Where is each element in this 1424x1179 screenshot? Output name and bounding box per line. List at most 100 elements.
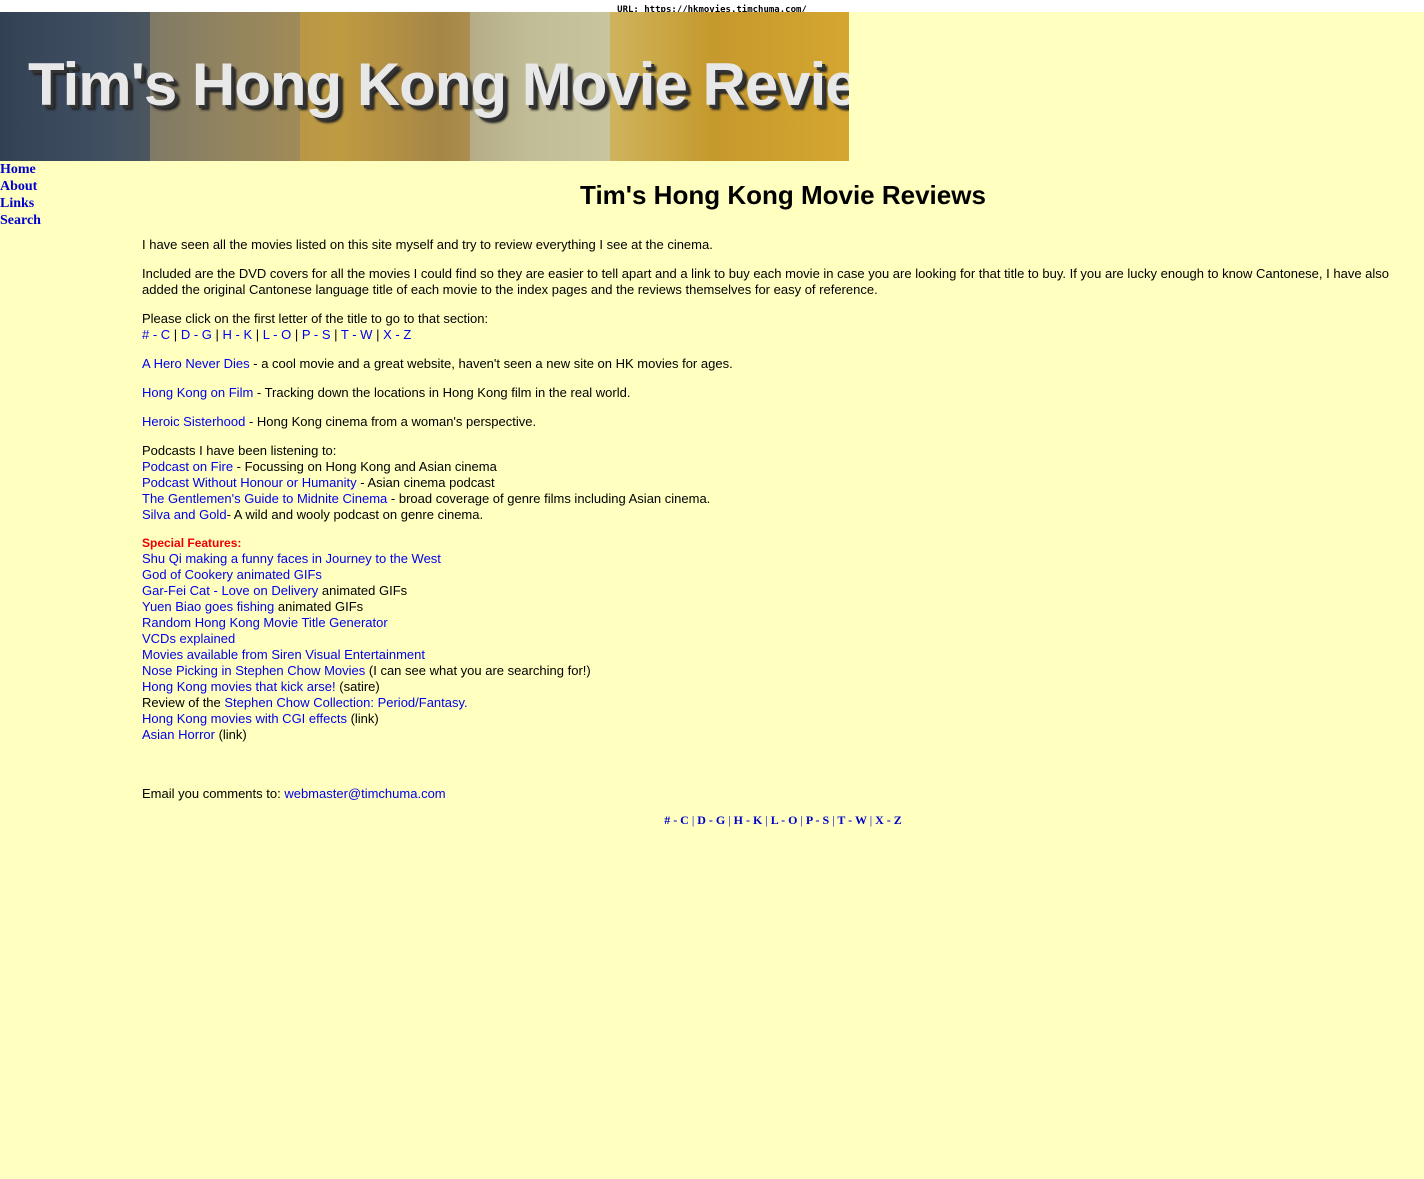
feature-item: Yuen Biao goes fishing animated GIFs xyxy=(142,599,1424,615)
nav-separator: | xyxy=(294,327,299,342)
site-banner: Tim's Hong Kong Movie Reviews xyxy=(0,12,849,161)
feature-link-title-generator[interactable]: Random Hong Kong Movie Title Generator xyxy=(142,615,388,630)
sidebar-item-links[interactable]: Links xyxy=(0,195,120,212)
podcast-item: Podcast Without Honour or Humanity - Asi… xyxy=(142,475,1424,491)
footer-letter-nav: # - C | D - G | H - K | L - O | P - S | … xyxy=(142,813,1424,827)
podcast-link-without-honour[interactable]: Podcast Without Honour or Humanity xyxy=(142,475,357,490)
sidebar-item-search[interactable]: Search xyxy=(0,212,120,229)
site-recommendation: A Hero Never Dies - a cool movie and a g… xyxy=(142,356,1424,372)
site-description: - Hong Kong cinema from a woman's perspe… xyxy=(245,414,537,429)
feature-item: Hong Kong movies that kick arse! (satire… xyxy=(142,679,1424,695)
letter-link-a-c[interactable]: # - C xyxy=(142,327,170,342)
email-label: Email you comments to: xyxy=(142,786,285,801)
letter-link-p-s[interactable]: P - S xyxy=(302,327,331,342)
feature-item: Gar-Fei Cat - Love on Delivery animated … xyxy=(142,583,1424,599)
letter-link-h-k[interactable]: H - K xyxy=(223,327,253,342)
nav-separator: | xyxy=(765,813,768,827)
sidebar-item-home[interactable]: Home xyxy=(0,161,120,178)
footer-letter-link-l-o[interactable]: L - O xyxy=(771,813,798,827)
site-link-heroic-sisterhood[interactable]: Heroic Sisterhood xyxy=(142,414,245,429)
footer-letter-link-p-s[interactable]: P - S xyxy=(806,813,829,827)
site-link-a-hero-never-dies[interactable]: A Hero Never Dies xyxy=(142,356,250,371)
feature-suffix: animated GIFs xyxy=(274,599,364,614)
letter-nav-block: Please click on the first letter of the … xyxy=(142,311,1424,343)
letter-link-x-z[interactable]: X - Z xyxy=(383,327,411,342)
site-description: - Tracking down the locations in Hong Ko… xyxy=(253,385,631,400)
nav-separator: | xyxy=(832,813,835,827)
footer-letter-link-h-k[interactable]: H - K xyxy=(734,813,763,827)
click-prompt: Please click on the first letter of the … xyxy=(142,311,489,326)
feature-item: VCDs explained xyxy=(142,631,1424,647)
intro-paragraph-dvd: Included are the DVD covers for all the … xyxy=(142,266,1390,297)
feature-suffix: (link) xyxy=(346,711,379,726)
main-content: Tim's Hong Kong Movie Reviews I have see… xyxy=(142,180,1424,827)
podcasts-heading: Podcasts I have been listening to: xyxy=(142,443,337,458)
podcast-description: - broad coverage of genre films includin… xyxy=(387,491,711,506)
special-features-heading: Special Features: xyxy=(142,536,242,550)
footer-letter-link-t-w[interactable]: T - W xyxy=(837,813,866,827)
podcasts-section: Podcasts I have been listening to: Podca… xyxy=(142,443,1424,523)
nav-separator: | xyxy=(376,327,380,342)
footer-letter-link-a-c[interactable]: # - C xyxy=(664,813,689,827)
intro-paragraph: I have seen all the movies listed on thi… xyxy=(142,237,713,252)
podcast-link-silva-and-gold[interactable]: Silva and Gold xyxy=(142,507,227,522)
site-description: - a cool movie and a great website, have… xyxy=(249,356,733,371)
feature-link-vcds-explained[interactable]: VCDs explained xyxy=(142,631,235,646)
sidebar-nav: Home About Links Search xyxy=(0,161,120,229)
letter-link-l-o[interactable]: L - O xyxy=(263,327,291,342)
letter-link-t-w[interactable]: T - W xyxy=(341,327,373,342)
feature-link-cgi-effects[interactable]: Hong Kong movies with CGI effects xyxy=(142,711,347,726)
feature-item: Asian Horror (link) xyxy=(142,727,1424,743)
feature-item: God of Cookery animated GIFs xyxy=(142,567,1424,583)
site-link-hong-kong-on-film[interactable]: Hong Kong on Film xyxy=(142,385,253,400)
feature-link-yuen-biao[interactable]: Yuen Biao goes fishing xyxy=(142,599,274,614)
podcast-description: - Asian cinema podcast xyxy=(356,475,495,490)
feature-prefix: Review of the xyxy=(142,695,225,710)
podcast-item: The Gentlemen's Guide to Midnite Cinema … xyxy=(142,491,1424,507)
url-bar: URL: https://hkmovies.timchuma.com/ xyxy=(0,0,1424,15)
feature-item: Nose Picking in Stephen Chow Movies (I c… xyxy=(142,663,1424,679)
podcast-description: - A wild and wooly podcast on genre cine… xyxy=(226,507,484,522)
feature-suffix: (link) xyxy=(214,727,247,742)
feature-link-gar-fei-cat[interactable]: Gar-Fei Cat - Love on Delivery xyxy=(142,583,318,598)
feature-suffix: animated GIFs xyxy=(318,583,408,598)
footer-letter-link-x-z[interactable]: X - Z xyxy=(875,813,902,827)
feature-item: Hong Kong movies with CGI effects (link) xyxy=(142,711,1424,727)
banner-logo-text: Tim's Hong Kong Movie Reviews xyxy=(28,51,849,118)
feature-link-stephen-chow-collection[interactable]: Stephen Chow Collection: Period/Fantasy. xyxy=(224,695,467,710)
email-link[interactable]: webmaster@timchuma.com xyxy=(284,786,445,801)
feature-item: Review of the Stephen Chow Collection: P… xyxy=(142,695,1424,711)
footer-letter-link-d-g[interactable]: D - G xyxy=(697,813,725,827)
podcast-link-podcast-on-fire[interactable]: Podcast on Fire xyxy=(142,459,233,474)
letter-nav: # - C | D - G | H - K | L - O | P - S | … xyxy=(142,327,1424,343)
feature-item: Movies available from Siren Visual Enter… xyxy=(142,647,1424,663)
nav-separator: | xyxy=(800,813,803,827)
feature-link-asian-horror[interactable]: Asian Horror xyxy=(142,727,215,742)
nav-separator: | xyxy=(691,813,695,827)
podcast-description: - Focussing on Hong Kong and Asian cinem… xyxy=(233,459,497,474)
nav-separator: | xyxy=(215,327,219,342)
nav-separator: | xyxy=(173,327,178,342)
feature-link-nose-picking[interactable]: Nose Picking in Stephen Chow Movies xyxy=(142,663,365,678)
special-features: Special Features: Shu Qi making a funny … xyxy=(142,536,1424,743)
feature-link-siren-visual[interactable]: Movies available from Siren Visual Enter… xyxy=(142,647,425,662)
feature-item: Shu Qi making a funny faces in Journey t… xyxy=(142,551,1424,567)
feature-item: Random Hong Kong Movie Title Generator xyxy=(142,615,1424,631)
feature-link-shu-qi[interactable]: Shu Qi making a funny faces in Journey t… xyxy=(142,551,441,566)
feature-link-god-of-cookery[interactable]: God of Cookery animated GIFs xyxy=(142,567,322,582)
nav-separator: | xyxy=(334,327,338,342)
feature-suffix: (I can see what you are searching for!) xyxy=(365,663,591,678)
feature-suffix: (satire) xyxy=(335,679,380,694)
site-recommendation: Hong Kong on Film - Tracking down the lo… xyxy=(142,385,1424,401)
podcast-item: Podcast on Fire - Focussing on Hong Kong… xyxy=(142,459,1424,475)
email-line: Email you comments to: webmaster@timchum… xyxy=(142,786,1424,802)
sidebar-item-about[interactable]: About xyxy=(0,178,120,195)
nav-separator: | xyxy=(728,813,731,827)
podcast-item: Silva and Gold- A wild and wooly podcast… xyxy=(142,507,1424,523)
nav-separator: | xyxy=(255,327,260,342)
nav-separator: | xyxy=(869,813,873,827)
page-title: Tim's Hong Kong Movie Reviews xyxy=(580,180,986,210)
letter-link-d-g[interactable]: D - G xyxy=(181,327,212,342)
feature-link-kick-arse[interactable]: Hong Kong movies that kick arse! xyxy=(142,679,336,694)
podcast-link-gentlemens-guide[interactable]: The Gentlemen's Guide to Midnite Cinema xyxy=(142,491,387,506)
